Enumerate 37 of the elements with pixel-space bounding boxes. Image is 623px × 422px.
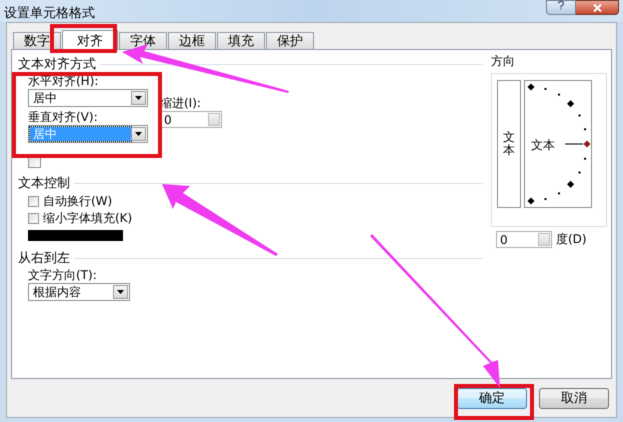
vertical-text-button[interactable]: 文本: [497, 80, 521, 208]
dial-text: 文本: [531, 137, 555, 154]
caret-icon: [135, 132, 142, 136]
section-title: 从右到左: [18, 250, 483, 266]
dialog-button[interactable]: 取消: [539, 388, 609, 408]
orientation-pointer-icon: [564, 140, 591, 148]
help-button[interactable]: [546, 0, 576, 15]
field-label: 垂直对齐(V):: [28, 110, 98, 125]
checkbox-label: 自动换行(W): [43, 193, 112, 210]
caret-icon: [135, 96, 142, 100]
field-label: 文字方向(T):: [28, 268, 97, 283]
tab[interactable]: 字体: [119, 32, 167, 49]
checkbox[interactable]: [28, 196, 39, 207]
section-title: 文本对齐方式: [18, 56, 483, 72]
dial-marks-icon: [527, 83, 586, 205]
window-title: 设置单元格格式: [3, 5, 95, 22]
checkbox[interactable]: [28, 213, 39, 224]
field-label: 水平对齐(H):: [28, 74, 98, 89]
orientation-dial[interactable]: 文本: [524, 80, 592, 208]
unit-label: 度(D): [556, 231, 587, 248]
dropdown[interactable]: 居中: [28, 89, 148, 107]
tab[interactable]: 保护: [266, 32, 314, 49]
tab[interactable]: 边框: [168, 32, 216, 49]
caret-icon: [117, 290, 124, 294]
checkbox-label: 缩小字体填充(K): [43, 210, 132, 227]
group-title: 方向: [491, 54, 515, 69]
tab[interactable]: 数字: [13, 32, 61, 49]
tab[interactable]: 填充: [217, 32, 265, 49]
dropdown[interactable]: 根据内容: [28, 283, 130, 301]
section-title: 文本控制: [18, 175, 483, 191]
close-icon: [592, 4, 602, 12]
annotation-box: [50, 24, 117, 53]
close-button[interactable]: [576, 0, 619, 15]
dialog-button[interactable]: 确定: [457, 388, 527, 408]
spin-field[interactable]: 0: [160, 111, 222, 128]
help-icon: [558, 1, 564, 10]
spin-field[interactable]: 0: [496, 231, 552, 248]
